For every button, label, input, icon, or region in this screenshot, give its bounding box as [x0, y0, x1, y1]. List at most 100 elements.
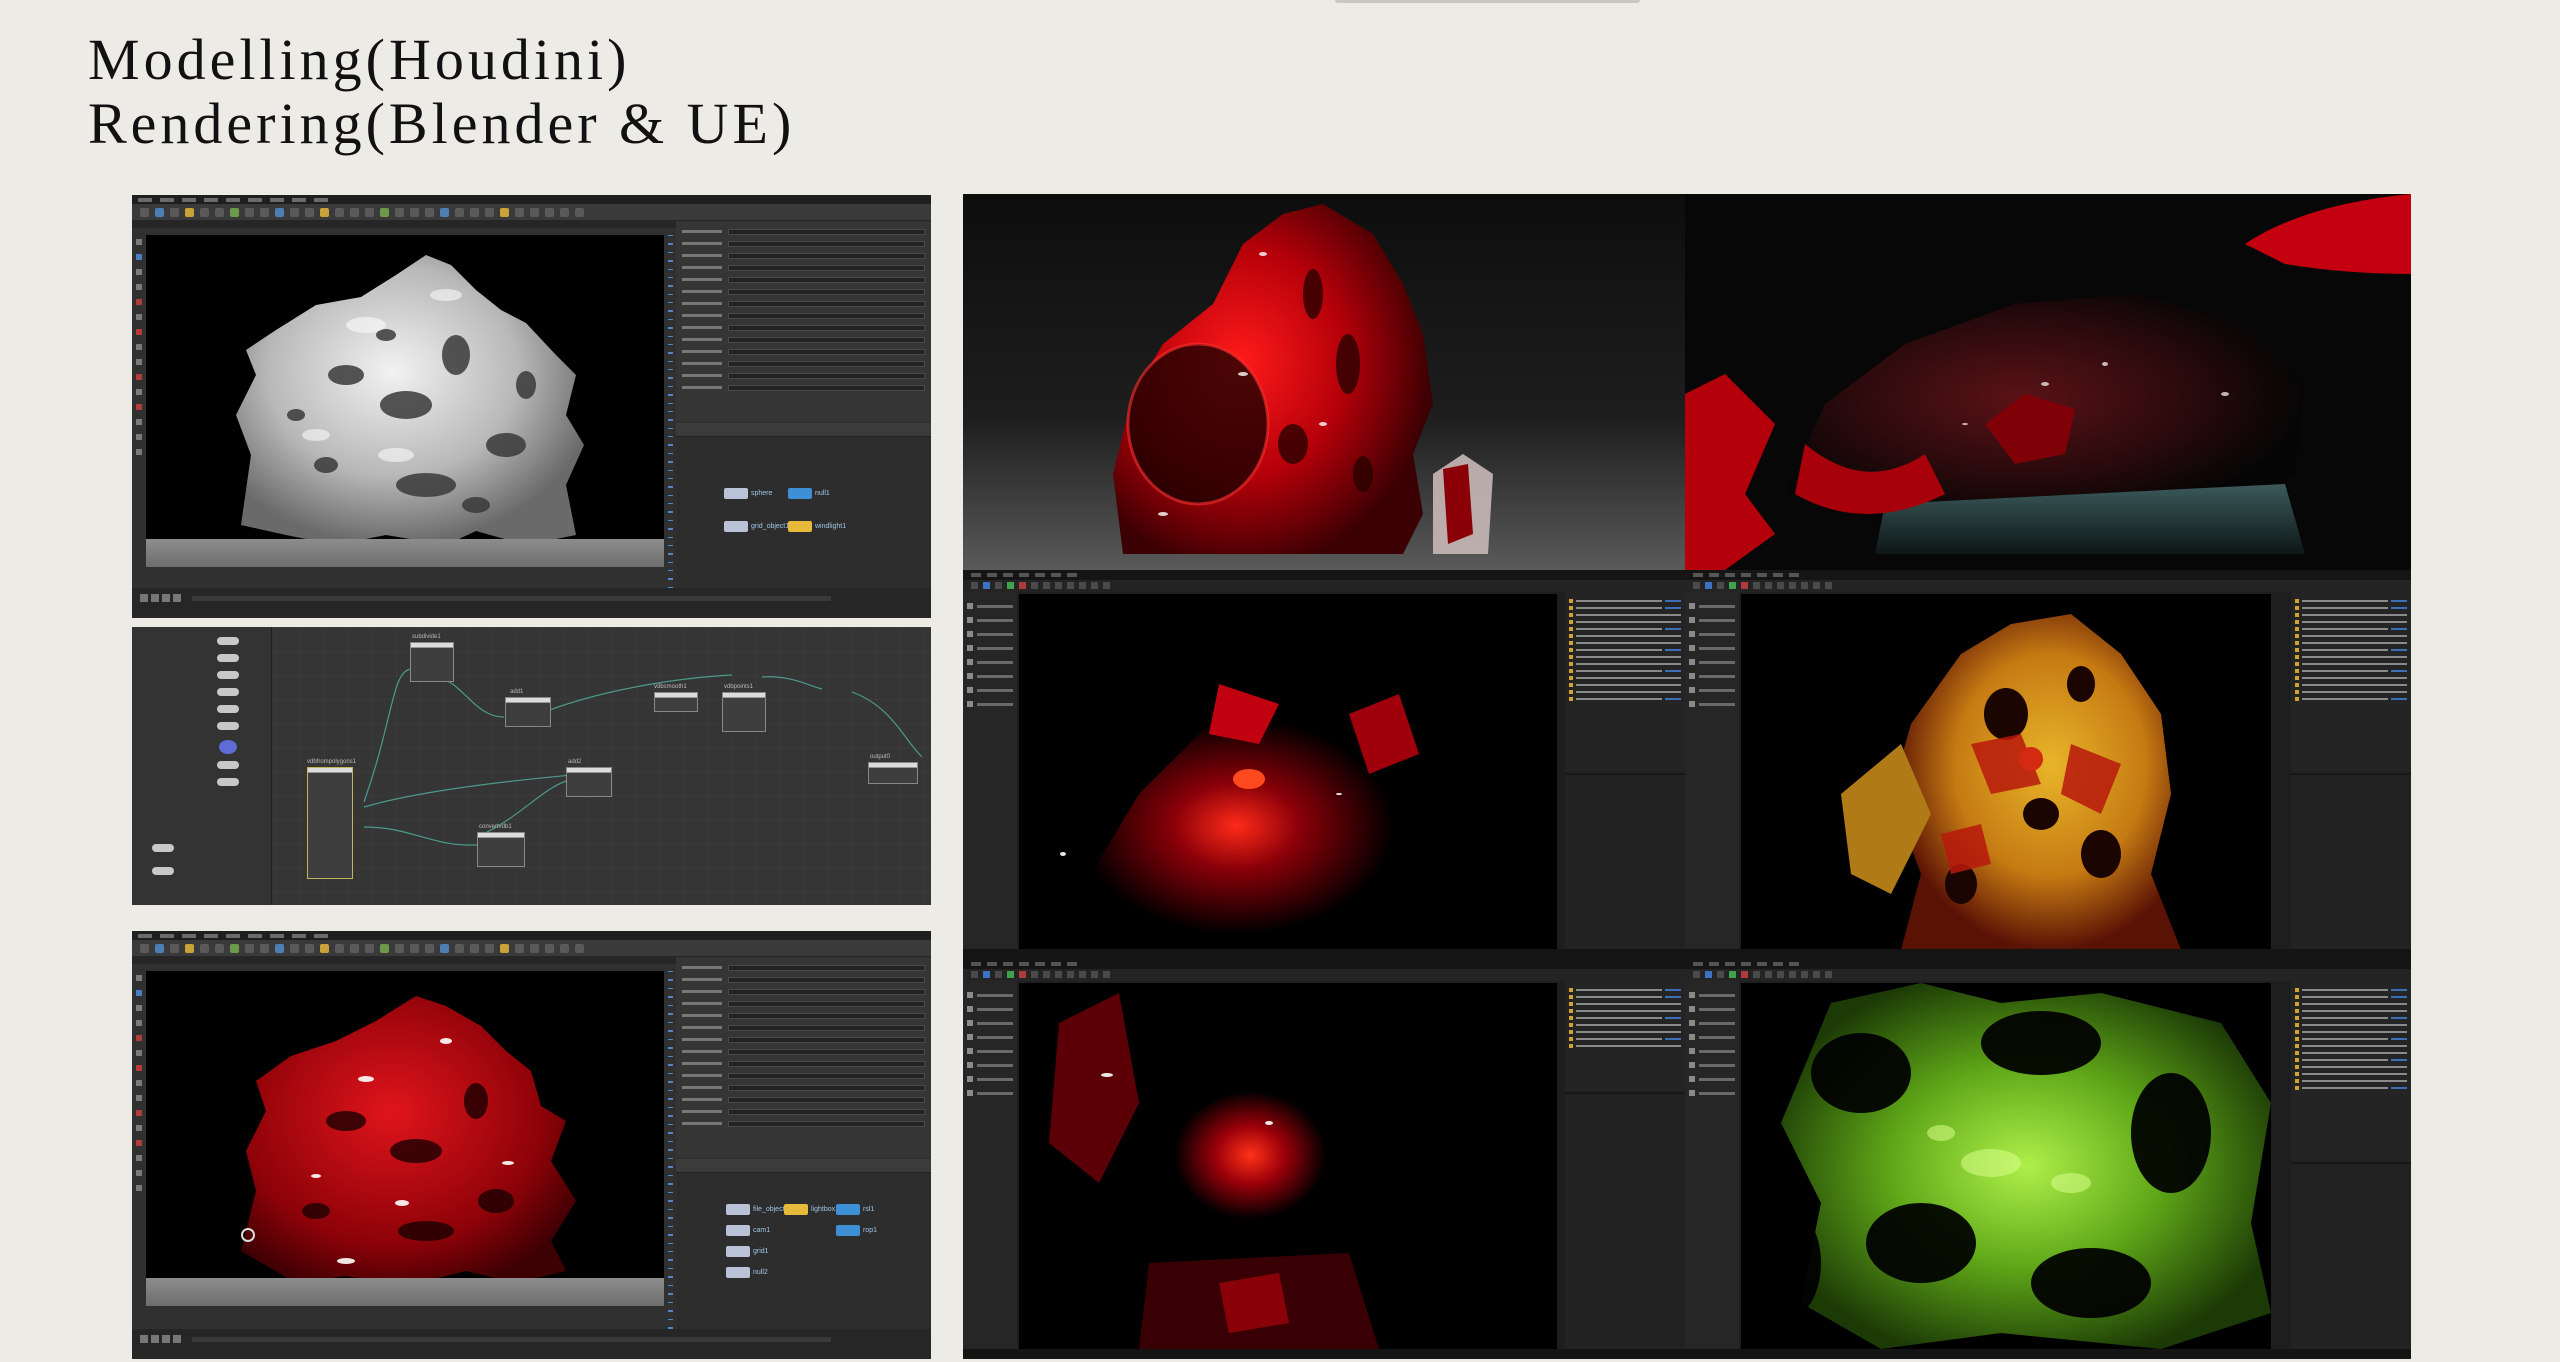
ue-menubar	[963, 959, 1685, 969]
houdini-left-toolbar	[134, 233, 144, 588]
node-label: vdbfrompolygons1	[307, 759, 357, 765]
houdini-display-toolbar	[666, 971, 674, 1329]
page-title: Modelling(Houdini) Rendering(Blender & U…	[88, 28, 795, 156]
ue-place-actors-panel	[963, 592, 1017, 949]
network-node[interactable]	[654, 692, 698, 712]
timeline-bar[interactable]	[192, 1337, 831, 1342]
viewport-ground-plane	[146, 539, 664, 567]
ue-status-bar	[963, 1349, 1685, 1359]
houdini-3d-viewport	[146, 971, 664, 1306]
blender-render-skull	[963, 194, 1685, 570]
ue-place-actors-panel	[1685, 981, 1739, 1349]
ue-status-bar	[1685, 949, 2411, 959]
viewport-ground-plane	[146, 1278, 664, 1306]
red-mesh-model	[241, 996, 576, 1286]
node-label: convertvdb1	[479, 824, 512, 830]
node-label: add2	[568, 759, 582, 765]
ue-viewport-render	[1741, 594, 2271, 950]
node-label: rop1	[863, 1227, 878, 1234]
network-node[interactable]	[505, 697, 551, 727]
ue-details-panel	[1565, 1093, 1685, 1349]
ue-viewport-render	[1019, 594, 1557, 950]
network-pane-header	[676, 423, 931, 437]
houdini-network-pane: sphere null1 grid_object1 windlight1	[676, 423, 931, 588]
network-node[interactable]	[307, 767, 353, 879]
houdini-timeline	[132, 1329, 931, 1359]
houdini-parameter-pane	[676, 957, 931, 1157]
ue-level-viewport	[1741, 594, 2271, 950]
ue-outliner-panel	[1565, 592, 1685, 772]
houdini-timeline	[132, 588, 931, 618]
node-label: subdivide1	[412, 634, 441, 640]
top-tab-handle	[1335, 0, 1640, 3]
render-image	[1685, 194, 2411, 570]
houdini-3d-viewport	[146, 235, 664, 567]
houdini-menubar	[132, 195, 931, 204]
blender-render-cave	[1685, 194, 2411, 570]
ue-outliner-panel	[2291, 592, 2411, 772]
houdini-menubar	[132, 931, 931, 940]
ue-place-actors-panel	[963, 981, 1017, 1349]
node-label: output0	[870, 754, 891, 760]
unreal-editor-green-screenshot	[1685, 959, 2411, 1359]
title-line-modelling: Modelling(Houdini)	[88, 27, 631, 92]
ue-level-viewport	[1741, 983, 2271, 1349]
ue-level-viewport	[1019, 594, 1557, 950]
network-node[interactable]: grid_object1	[724, 521, 789, 532]
network-node[interactable]: sphere	[724, 488, 772, 499]
ue-level-viewport	[1019, 983, 1557, 1349]
network-node[interactable]: windlight1	[788, 521, 846, 532]
ue-viewport-render	[1019, 983, 1557, 1349]
ue-place-actors-panel	[1685, 592, 1739, 949]
houdini-display-toolbar	[666, 235, 674, 589]
houdini-shading-screenshot: file_object1 lightbox1 rsl1 cam1 rop1 gr…	[132, 931, 931, 1359]
ue-details-panel	[2291, 774, 2411, 949]
ue-outliner-panel	[2291, 981, 2411, 1161]
houdini-modelling-screenshot: sphere null1 grid_object1 windlight1	[132, 195, 931, 618]
network-node[interactable]: grid1	[726, 1246, 769, 1257]
network-node[interactable]: cam1	[726, 1225, 770, 1236]
network-node[interactable]: null1	[788, 488, 830, 499]
node-label: grid1	[753, 1248, 769, 1255]
ue-status-bar	[1685, 1349, 2411, 1359]
houdini-parameter-pane	[676, 221, 931, 421]
playback-controls[interactable]	[140, 594, 188, 603]
ue-status-bar	[963, 949, 1685, 959]
network-node[interactable]	[566, 767, 612, 797]
ue-menubar	[1685, 959, 2411, 969]
network-node[interactable]: file_object1	[726, 1204, 788, 1215]
render-image	[963, 194, 1685, 570]
node-label: grid_object1	[751, 523, 790, 530]
playback-controls[interactable]	[140, 1335, 188, 1344]
network-node[interactable]	[868, 762, 918, 784]
network-node[interactable]: lightbox1	[784, 1204, 839, 1215]
ue-toolbar	[963, 969, 1685, 981]
houdini-shelf-toolbar	[132, 940, 931, 956]
network-node[interactable]: rsl1	[836, 1204, 874, 1215]
ue-viewport-render	[1741, 983, 2271, 1349]
unreal-editor-yellow-screenshot	[1685, 570, 2411, 959]
ue-toolbar	[1685, 969, 2411, 981]
network-pane-header	[676, 1159, 931, 1173]
node-label: null1	[815, 490, 830, 497]
houdini-node-network-screenshot: vdbfrompolygons1 subdivide1 add1 add2 co…	[132, 627, 931, 905]
ue-toolbar	[1685, 580, 2411, 592]
node-label: null2	[753, 1269, 768, 1276]
network-node[interactable]: null2	[726, 1267, 768, 1278]
network-node[interactable]	[722, 692, 766, 732]
timeline-bar[interactable]	[192, 596, 831, 601]
unreal-editor-red-screenshot	[963, 570, 1685, 959]
node-label: add1	[510, 689, 524, 695]
network-node[interactable]	[410, 642, 454, 682]
network-node[interactable]: rop1	[836, 1225, 877, 1236]
node-label: sphere	[751, 490, 773, 497]
ue-details-panel	[1565, 774, 1685, 949]
title-line-rendering: Rendering(Blender & UE)	[88, 91, 796, 156]
houdini-shelf-toolbar	[132, 204, 931, 220]
network-node[interactable]	[477, 832, 525, 867]
unreal-editor-red-closeup-screenshot	[963, 959, 1685, 1359]
node-label: windlight1	[815, 523, 847, 530]
node-label: vdbpoints1	[724, 684, 754, 690]
node-wires	[363, 668, 923, 846]
houdini-left-toolbar	[134, 969, 144, 1329]
